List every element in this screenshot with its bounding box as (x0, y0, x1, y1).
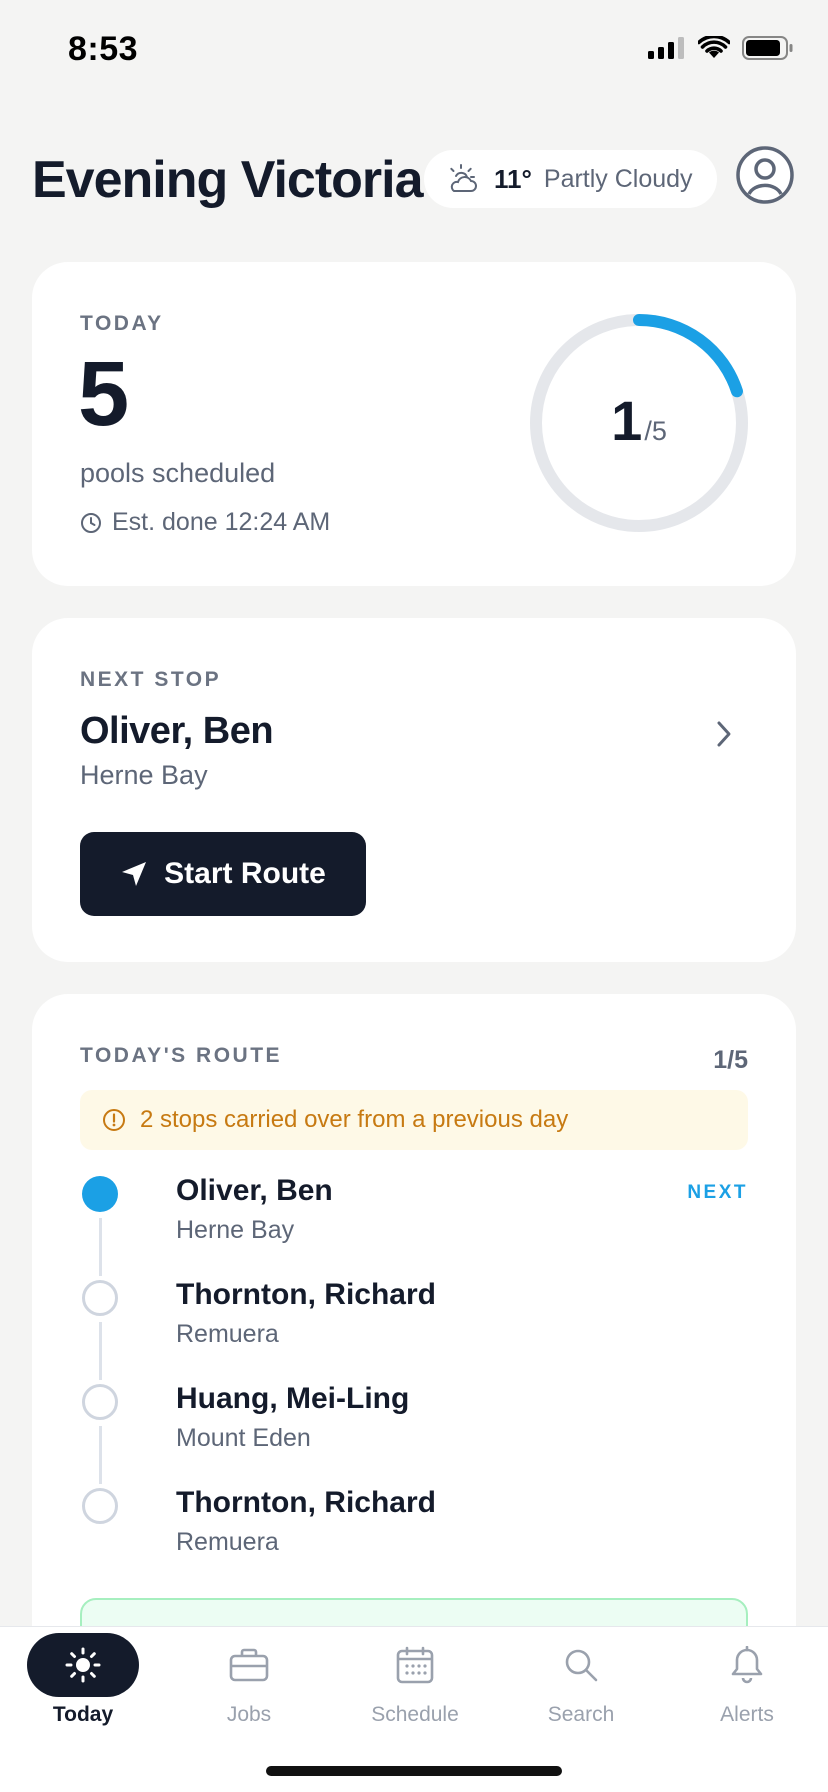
stop-area: Remuera (176, 1528, 279, 1556)
search-icon (565, 1649, 598, 1682)
route-stop[interactable]: Huang, Mei-Ling Mount Eden (80, 1376, 748, 1484)
stop-name: Huang, Mei-Ling (176, 1382, 410, 1415)
next-stop-area: Herne Bay (80, 760, 208, 790)
calendar-icon (396, 1646, 434, 1684)
stop-marker (82, 1488, 118, 1524)
tab-icon-wrap (691, 1633, 803, 1697)
tab-label: Jobs (226, 1703, 272, 1726)
stop-marker (82, 1280, 118, 1316)
tab-alerts[interactable]: Alerts (664, 1627, 828, 1747)
today-eyebrow: TODAY (80, 312, 164, 335)
weather-pill[interactable]: 11° Partly Cloudy (424, 150, 717, 208)
wifi-icon (698, 36, 730, 58)
briefcase-icon (229, 1648, 269, 1682)
stop-marker (82, 1384, 118, 1420)
tab-icon-wrap (193, 1633, 305, 1697)
tab-label: Alerts (720, 1703, 774, 1726)
pool-count-label: pools scheduled (80, 458, 276, 488)
stop-area: Mount Eden (176, 1424, 311, 1452)
page-title: Evening Victoria (32, 151, 424, 209)
bell-icon (731, 1646, 763, 1684)
tab-label: Today (52, 1703, 114, 1726)
stop-area: Remuera (176, 1320, 279, 1348)
next-stop-eyebrow: NEXT STOP (80, 668, 222, 691)
next-stop-card[interactable]: NEXT STOP Oliver, Ben Herne Bay Start Ro… (32, 618, 796, 962)
stop-area: Herne Bay (176, 1216, 295, 1244)
carry-over-banner[interactable]: 2 stops carried over from a previous day (80, 1090, 748, 1150)
next-stop-name: Oliver, Ben (80, 710, 274, 752)
progress-done: 1 (611, 389, 643, 452)
clock-icon (81, 512, 101, 533)
start-route-label: Start Route (164, 857, 326, 890)
navigation-arrow-icon (122, 862, 147, 886)
weather-condition: Partly Cloudy (543, 164, 693, 193)
tab-search[interactable]: Search (498, 1627, 664, 1747)
route-eyebrow: TODAY'S ROUTE (80, 1044, 283, 1067)
tab-today[interactable]: Today (0, 1627, 166, 1747)
route-count: 1/5 (713, 1046, 748, 1074)
home-indicator (266, 1766, 562, 1776)
stop-marker-active (82, 1176, 118, 1212)
today-summary-card[interactable]: TODAY 5 pools scheduled Est. done 12:24 … (32, 262, 796, 586)
tab-icon-wrap (525, 1633, 637, 1697)
user-avatar-icon[interactable] (734, 144, 796, 206)
partly-cloudy-icon (450, 164, 477, 192)
route-stop[interactable]: Thornton, Richard Remuera (80, 1480, 748, 1570)
tab-schedule[interactable]: Schedule (332, 1627, 498, 1747)
header: Evening Victoria 11° Partly Cloudy (32, 146, 796, 214)
pool-count: 5 (78, 343, 130, 445)
sun-icon (65, 1647, 101, 1683)
route-stop[interactable]: Oliver, Ben Herne Bay NEXT (80, 1168, 748, 1276)
stop-name: Thornton, Richard (176, 1486, 436, 1519)
stop-connector (99, 1322, 102, 1380)
stop-name: Oliver, Ben (176, 1174, 333, 1207)
route-stop[interactable]: Thornton, Richard Remuera (80, 1272, 748, 1380)
carry-over-text: 2 stops carried over from a previous day (140, 1106, 569, 1133)
stop-connector (99, 1218, 102, 1276)
tab-label: Search (547, 1703, 615, 1726)
next-tag: NEXT (687, 1182, 748, 1203)
tab-label: Schedule (371, 1703, 459, 1726)
progress-total: /5 (644, 416, 667, 446)
status-time: 8:53 (68, 30, 139, 68)
status-bar: 8:53 (0, 0, 828, 100)
tab-icon-wrap (359, 1633, 471, 1697)
estimated-done-text: Est. done 12:24 AM (112, 508, 331, 536)
tab-jobs[interactable]: Jobs (166, 1627, 332, 1747)
cellular-signal-icon (648, 37, 684, 59)
tab-icon-wrap (27, 1633, 139, 1697)
status-icons (648, 36, 794, 60)
weather-temp: 11° (494, 163, 532, 194)
estimated-done: Est. done 12:24 AM (80, 508, 330, 537)
battery-icon (742, 36, 793, 60)
stop-connector (99, 1426, 102, 1484)
warning-icon (103, 1109, 125, 1131)
stop-name: Thornton, Richard (176, 1278, 436, 1311)
chevron-right-icon[interactable] (704, 714, 744, 754)
progress-label: 1 /5 (526, 310, 752, 536)
start-route-button[interactable]: Start Route (80, 832, 366, 916)
